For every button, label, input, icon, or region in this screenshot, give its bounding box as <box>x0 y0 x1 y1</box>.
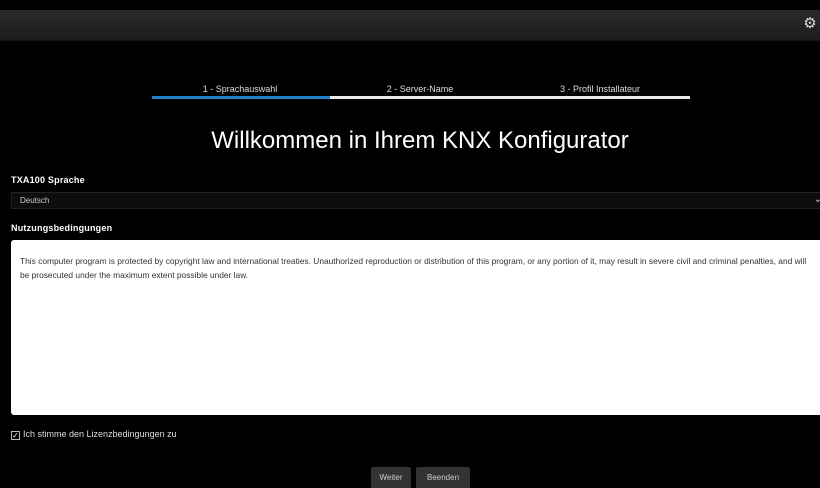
next-button[interactable]: Weiter <box>371 467 411 488</box>
language-label: TXA100 Sprache <box>11 175 85 185</box>
accept-terms-checkbox[interactable]: ✓ <box>11 431 20 440</box>
language-select-value: Deutsch <box>20 196 50 205</box>
step-3-label: 3 - Profil Installateur <box>559 84 641 94</box>
terms-text: This computer program is protected by co… <box>20 256 807 280</box>
step-2-label: 2 - Server-Name <box>386 84 454 94</box>
step-progress-active <box>152 96 330 99</box>
quit-button[interactable]: Beenden <box>416 467 470 488</box>
terms-label: Nutzungsbedingungen <box>11 223 113 233</box>
top-bar: ⚙ <box>0 10 820 41</box>
step-1-label: 1 - Sprachauswahl <box>202 84 278 94</box>
page-title: Willkommen in Ihrem KNX Konfigurator <box>211 127 629 154</box>
gear-icon[interactable]: ⚙ <box>802 16 818 32</box>
accept-terms-row[interactable]: ✓ Ich stimme den Lizenzbedingungen zu <box>11 429 177 441</box>
language-select[interactable]: Deutsch ⌄ <box>11 192 820 209</box>
page: ⚙ 1 - Sprachauswahl 2 - Server-Name 3 - … <box>0 0 820 488</box>
chevron-down-icon: ⌄ <box>813 194 820 205</box>
terms-textarea[interactable]: This computer program is protected by co… <box>11 240 820 415</box>
wizard-steps: 1 - Sprachauswahl 2 - Server-Name 3 - Pr… <box>150 84 690 104</box>
accept-terms-label: Ich stimme den Lizenzbedingungen zu <box>23 429 177 439</box>
